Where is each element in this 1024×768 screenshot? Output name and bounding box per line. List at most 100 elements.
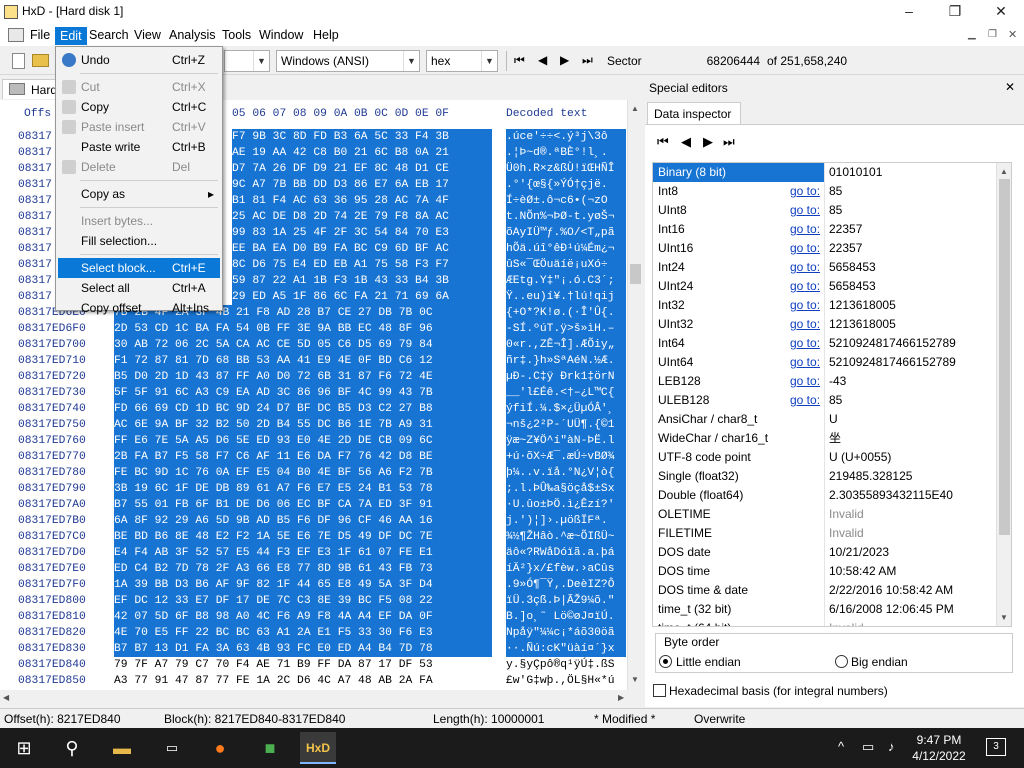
menu-item-fill-selection[interactable]: Fill selection... [58, 231, 220, 251]
row-bytes[interactable]: 2B FA B7 F5 58 F7 C6 AF 11 E6 DA F7 76 4… [114, 449, 492, 465]
row-decoded-text[interactable]: ûS«¯ŒÖuäíë¡uXó÷ [506, 257, 626, 273]
scroll-down-icon[interactable]: ▼ [1000, 613, 1008, 622]
hex-row[interactable]: 08317ED840 79 7F A7 79 C7 70 F4 AE 71 B9 … [0, 657, 642, 673]
inspector-value[interactable]: 10/21/2023 [829, 543, 889, 562]
next-sector-icon[interactable]: ▶ [560, 53, 569, 67]
clock[interactable]: 9:47 PM 4/12/2022 [912, 732, 966, 764]
inspector-value[interactable]: Invalid [829, 505, 864, 524]
row-bytes[interactable]: AE 19 AA 42 C8 B0 21 6C B8 0A 21 [232, 145, 492, 161]
row-bytes[interactable]: AC 6E 9A BF 32 B2 50 2D B4 55 DC B6 1E 7… [114, 417, 492, 433]
menu-item-insert-bytes[interactable]: Insert bytes... [58, 211, 220, 231]
inspector-scrollbar[interactable]: ▲ ▼ [996, 163, 1011, 626]
row-decoded-text[interactable]: .°'{œ§{»ÝÓ†çjë. [506, 177, 626, 193]
row-decoded-text[interactable]: B.]o¸˜ Lö©øJ¤ïÚ. [506, 609, 626, 625]
terminal-icon[interactable]: ▭ [154, 732, 190, 764]
row-bytes[interactable]: 30 AB 72 06 2C 5A CA AC CE 5D 05 C6 D5 6… [114, 337, 492, 353]
row-decoded-text[interactable]: ¬nš¿2²P-´UÜ¶.{©1 [506, 417, 626, 433]
app-icon[interactable]: ■ [252, 732, 288, 764]
hex-row[interactable]: 08317ED730 5F 5F 91 6C A3 C9 EA AD 3C 86 … [0, 385, 642, 401]
row-bytes[interactable]: BE BD B6 8E 48 E2 F2 1A 5E E6 7E D5 49 D… [114, 529, 492, 545]
hex-horizontal-scrollbar[interactable]: ◀ ▶ [0, 690, 642, 707]
row-decoded-text[interactable]: íÄ²}x/£fèw.›aCûs [506, 561, 626, 577]
tab-data-inspector[interactable]: Data inspector [647, 102, 741, 124]
start-windows-icon[interactable]: ⊞ [6, 732, 42, 764]
hex-row[interactable]: 08317ED7B0 6A 8F 92 29 A6 5D 9B AD B5 F6 … [0, 513, 642, 529]
menu-item-paste-write[interactable]: Paste write Ctrl+B [58, 137, 220, 157]
charset-select[interactable]: Windows (ANSI) ▼ [276, 50, 420, 72]
hex-row[interactable]: 08317ED810 42 07 5D 6F B8 98 A0 4C F6 A9 … [0, 609, 642, 625]
menu-item-select-block[interactable]: Select block... Ctrl+E [58, 258, 220, 278]
row-bytes[interactable]: 5F 5F 91 6C A3 C9 EA AD 3C 86 96 BF 4C 9… [114, 385, 492, 401]
hex-row[interactable]: 08317ED7C0 BE BD B6 8E 48 E2 F2 1A 5E E6 … [0, 529, 642, 545]
little-endian-radio[interactable] [659, 655, 672, 668]
row-decoded-text[interactable]: ýfiÍ.¼.$×¿ÜµÓÂ'¸ [506, 401, 626, 417]
menu-item-delete[interactable]: Delete Del [58, 157, 220, 177]
goto-link[interactable]: go to: [790, 353, 820, 372]
inspector-value[interactable]: 6/16/2008 12:06:45 PM [829, 600, 954, 619]
prev-sector-icon[interactable]: ◀ [538, 53, 547, 67]
menu-tools[interactable]: Tools [218, 27, 255, 45]
volume-icon[interactable]: ♪ [888, 739, 895, 754]
row-bytes[interactable]: E4 F4 AB 3F 52 57 E5 44 F3 EF E3 1F 61 0… [114, 545, 492, 561]
new-file-icon[interactable] [12, 53, 25, 69]
inspector-row[interactable]: LEB128 go to: -43 [653, 372, 997, 391]
inspector-row[interactable]: OLETIME Invalid [653, 505, 997, 524]
goto-link[interactable]: go to: [790, 296, 820, 315]
inspector-value[interactable]: Invalid [829, 524, 864, 543]
search-icon[interactable]: ⚲ [54, 732, 90, 764]
row-bytes[interactable]: A3 77 91 47 87 77 FE 1A 2C D6 4C A7 48 A… [114, 673, 492, 689]
inspector-row[interactable]: UInt16 go to: 22357 [653, 239, 997, 258]
inspector-row[interactable]: Single (float32) 219485.328125 [653, 467, 997, 486]
inspector-row[interactable]: FILETIME Invalid [653, 524, 997, 543]
row-bytes[interactable]: B7 B7 13 D1 FA 3A 63 4B 93 FC E0 ED A4 B… [114, 641, 492, 657]
prev-icon[interactable]: ◀ [681, 134, 691, 150]
row-bytes[interactable]: FE BC 9D 1C 76 0A EF E5 04 B0 4E BF 56 A… [114, 465, 492, 481]
inspector-row[interactable]: UTF-8 code point U (U+0055) [653, 448, 997, 467]
inspector-value[interactable]: 5210924817466152789 [829, 353, 956, 372]
inspector-row[interactable]: Int32 go to: 1213618005 [653, 296, 997, 315]
row-bytes[interactable]: 2D 53 CD 1C BA FA 54 0B FF 3E 9A BB EC 4… [114, 321, 492, 337]
hex-row[interactable]: 08317ED710 F1 72 87 81 7D 68 BB 53 AA 41 … [0, 353, 642, 369]
row-decoded-text[interactable]: Npåÿ"¼¼c¡*áõ30öã [506, 625, 626, 641]
goto-link[interactable]: go to: [790, 239, 820, 258]
row-bytes[interactable]: F7 9B 3C 8D FD B3 6A 5C 33 F4 3B [232, 129, 492, 145]
row-decoded-text[interactable]: hÕä.úî°êÐ¹ú¼Ém¿¬ [506, 241, 626, 257]
firefox-icon[interactable]: ● [202, 732, 238, 764]
goto-link[interactable]: go to: [790, 315, 820, 334]
row-decoded-text[interactable]: t.NÕn%¬ÞØ-t.yøŠ¬ [506, 209, 626, 225]
inspector-value[interactable]: 10:58:42 AM [829, 562, 896, 581]
row-bytes[interactable]: 25 AC DE D8 2D 74 2E 79 F8 8A AC [232, 209, 492, 225]
row-bytes[interactable]: 3B 19 6C 1F DE DB 89 61 A7 F6 E7 E5 24 B… [114, 481, 492, 497]
row-decoded-text[interactable]: .úce'÷÷<.ý³j\3ô [506, 129, 626, 145]
hex-row[interactable]: 08317ED760 FF E6 7E 5A A5 D6 5E ED 93 E0 … [0, 433, 642, 449]
inspector-row[interactable]: DOS time 10:58:42 AM [653, 562, 997, 581]
hex-row[interactable]: 08317ED820 4E 70 E5 FF 22 BC BC 63 A1 2A … [0, 625, 642, 641]
inspector-value[interactable]: 219485.328125 [829, 467, 912, 486]
hex-row[interactable]: 08317ED700 30 AB 72 06 2C 5A CA AC CE 5D … [0, 337, 642, 353]
row-decoded-text[interactable]: ·U.ûo±ÞÖ.ì¿Êzí?' [506, 497, 626, 513]
scroll-thumb[interactable] [630, 264, 641, 284]
menu-window[interactable]: Window [255, 27, 307, 45]
menu-item-cut[interactable]: Cut Ctrl+X [58, 77, 220, 97]
hex-row[interactable]: 08317ED7F0 1A 39 BB D3 B6 AF 9F 82 1F 44 … [0, 577, 642, 593]
chevron-up-icon[interactable]: ^ [838, 739, 844, 754]
goto-link[interactable]: go to: [790, 277, 820, 296]
row-bytes[interactable]: 4E 70 E5 FF 22 BC BC 63 A1 2A E1 F5 33 3… [114, 625, 492, 641]
menu-item-undo[interactable]: Undo Ctrl+Z [58, 50, 220, 70]
row-decoded-text[interactable]: .9»Ó¶¯Ÿ‚.DeèIZ?Ô [506, 577, 626, 593]
network-icon[interactable]: ▭ [862, 739, 874, 755]
row-bytes[interactable]: FD 66 69 CD 1D BC 9D 24 D7 BF DC B5 D3 C… [114, 401, 492, 417]
scroll-right-icon[interactable]: ▶ [618, 693, 624, 702]
inspector-row[interactable]: UInt8 go to: 85 [653, 201, 997, 220]
inspector-row[interactable]: DOS time & date 2/22/2016 10:58:42 AM [653, 581, 997, 600]
inspector-value[interactable]: -43 [829, 372, 846, 391]
inspector-row[interactable]: time_t (64 bit) Invalid [653, 619, 997, 626]
maximize-button[interactable]: ❐ [932, 0, 978, 24]
row-bytes[interactable]: 6A 8F 92 29 A6 5D 9B AD B5 F6 DF 96 CF 4… [114, 513, 492, 529]
menu-file[interactable]: File [26, 27, 54, 45]
big-endian-radio[interactable] [835, 655, 848, 668]
open-folder-icon[interactable] [32, 54, 49, 67]
row-decoded-text[interactable]: £w'G‡wþ.,ÖL§H«*ú [506, 673, 626, 689]
inspector-value[interactable]: Invalid [829, 619, 864, 626]
goto-link[interactable]: go to: [790, 182, 820, 201]
